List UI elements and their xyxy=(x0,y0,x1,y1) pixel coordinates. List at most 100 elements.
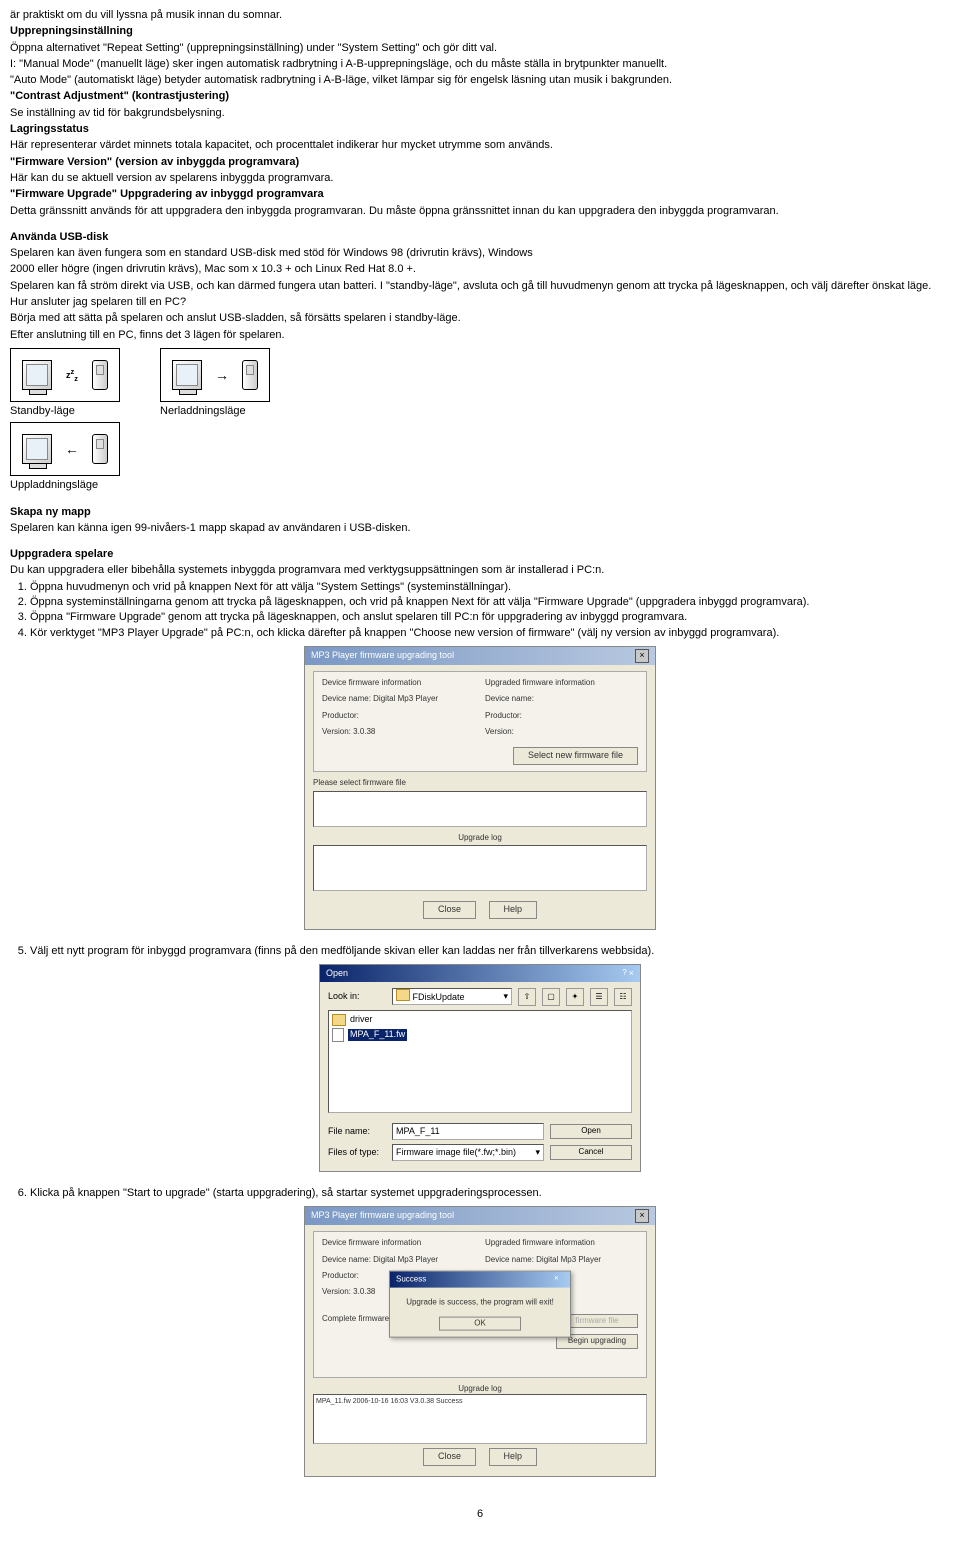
help-button[interactable]: Help xyxy=(489,1448,538,1466)
success-message: Upgrade is success, the program will exi… xyxy=(398,1298,562,1308)
text-line: "Auto Mode" (automatiskt läge) betyder a… xyxy=(10,73,950,87)
dev-name-label: Device name: xyxy=(322,694,371,703)
arrow-left-icon: ← xyxy=(65,440,79,458)
dialog-titlebar: MP3 Player firmware upgrading tool × xyxy=(305,1207,655,1225)
folder-icon xyxy=(332,1014,346,1026)
selected-file-name: MPA_F_11.fw xyxy=(348,1029,407,1041)
download-label: Nerladdningsläge xyxy=(160,404,246,418)
text-line: Efter anslutning till en PC, finns det 3… xyxy=(10,328,950,342)
arrow-right-icon: → xyxy=(215,366,229,384)
up-folder-icon[interactable]: ⇧ xyxy=(518,988,536,1006)
list-item[interactable]: driver xyxy=(332,1014,628,1026)
heading-usb-disk: Använda USB-disk xyxy=(10,230,950,244)
firmware-info-group: Device firmware information Device name:… xyxy=(313,671,647,772)
chevron-down-icon[interactable]: ▾ xyxy=(503,989,508,1004)
look-in-value: FDiskUpdate xyxy=(413,992,465,1002)
group-label: Upgraded firmware information xyxy=(485,1238,638,1248)
close-icon[interactable]: × xyxy=(635,1209,649,1223)
version-label: Version: xyxy=(322,1287,351,1296)
download-mode-block: → Nerladdningsläge xyxy=(160,348,270,418)
close-button[interactable]: Close xyxy=(423,1448,476,1466)
upgrade-log-box xyxy=(313,845,647,891)
desktop-icon[interactable]: ▢ xyxy=(542,988,560,1006)
player-icon xyxy=(92,360,108,390)
ok-button[interactable]: OK xyxy=(439,1316,521,1330)
please-select-label: Please select firmware file xyxy=(313,778,647,788)
text-line: I: "Manual Mode" (manuellt läge) sker in… xyxy=(10,57,950,71)
chevron-down-icon[interactable]: ▾ xyxy=(535,1145,540,1160)
text-line: Spelaren kan även fungera som en standar… xyxy=(10,246,950,260)
success-popup: Success × Upgrade is success, the progra… xyxy=(389,1271,571,1338)
dialog-titlebar: MP3 Player firmware upgrading tool × xyxy=(305,647,655,665)
firmware-tool-dialog-1: MP3 Player firmware upgrading tool × Dev… xyxy=(304,646,656,930)
computer-icon xyxy=(172,360,202,390)
upgrade-step-6: Klicka på knappen "Start to upgrade" (st… xyxy=(30,1186,950,1200)
text-line: Detta gränssnitt används för att uppgrad… xyxy=(10,204,950,218)
open-button[interactable]: Open xyxy=(550,1124,632,1138)
file-list[interactable]: driver MPA_F_11.fw xyxy=(328,1010,632,1113)
close-button[interactable]: Close xyxy=(423,901,476,919)
upload-mode-figure: ← xyxy=(10,422,120,476)
standby-label: Standby-läge xyxy=(10,404,75,418)
details-view-icon[interactable]: ☷ xyxy=(614,988,632,1006)
group-label: Device firmware information xyxy=(322,1238,475,1248)
computer-icon xyxy=(22,434,52,464)
dialog-titlebar: Open ? × xyxy=(320,965,640,982)
text-line: Här representerar värdet minnets totala … xyxy=(10,138,950,152)
file-name-input[interactable]: MPA_F_11 xyxy=(392,1123,544,1140)
upload-mode-block: ← Uppladdningsläge xyxy=(10,422,950,492)
file-open-dialog: Open ? × Look in: FDiskUpdate ▾ ⇧ ▢ ✦ ☰ … xyxy=(319,964,641,1172)
text-line: Se inställning av tid för bakgrundsbelys… xyxy=(10,106,950,120)
upgrade-step-3: Öppna "Firmware Upgrade" genom att tryck… xyxy=(30,610,950,624)
list-view-icon[interactable]: ☰ xyxy=(590,988,608,1006)
group-label: Device firmware information xyxy=(322,678,475,688)
file-type-dropdown[interactable]: Firmware image file(*.fw;*.bin) ▾ xyxy=(392,1144,544,1161)
upload-label: Uppladdningsläge xyxy=(10,478,98,492)
group-label: Upgraded firmware information xyxy=(485,678,638,688)
upgrade-log-label: Upgrade log xyxy=(313,1384,647,1394)
dev-name-label: Device name: xyxy=(485,694,638,704)
heading-storage-status: Lagringsstatus xyxy=(10,122,950,136)
dialog-title-text: MP3 Player firmware upgrading tool xyxy=(311,1210,454,1222)
dialog-title-text: Success xyxy=(396,1275,426,1285)
version-label: Version: xyxy=(485,727,638,737)
heading-new-folder: Skapa ny mapp xyxy=(10,505,950,519)
text-line: Spelaren kan känna igen 99-nivåers-1 map… xyxy=(10,521,950,535)
upgrade-step-1: Öppna huvudmenyn och vrid på knappen Nex… xyxy=(30,580,950,594)
download-mode-figure: → xyxy=(160,348,270,402)
upgrade-steps-list: Öppna huvudmenyn och vrid på knappen Nex… xyxy=(10,580,950,640)
standby-mode-block: zzz Standby-läge xyxy=(10,348,120,418)
help-button[interactable]: Help xyxy=(489,901,538,919)
help-icon[interactable]: ? xyxy=(622,968,626,980)
text-line: Öppna alternativet "Repeat Setting" (upp… xyxy=(10,41,950,55)
new-folder-icon[interactable]: ✦ xyxy=(566,988,584,1006)
upgrade-log-label: Upgrade log xyxy=(313,833,647,843)
close-icon[interactable]: × xyxy=(635,649,649,663)
firmware-info-group: Device firmware information Device name:… xyxy=(313,1231,647,1377)
heading-firmware-upgrade: "Firmware Upgrade" Uppgradering av inbyg… xyxy=(10,187,950,201)
upgrade-step-2: Öppna systeminställningarna genom att tr… xyxy=(30,595,950,609)
log-line: MPA_11.fw 2006-10-16 16:03 V3.0.38 Succe… xyxy=(316,1398,462,1405)
upgrade-log-box: MPA_11.fw 2006-10-16 16:03 V3.0.38 Succe… xyxy=(313,1394,647,1444)
sleep-icon: zzz xyxy=(66,367,78,384)
upgrade-step-4: Kör verktyget "MP3 Player Upgrade" på PC… xyxy=(30,626,950,640)
close-icon[interactable]: × xyxy=(629,968,634,980)
cancel-button[interactable]: Cancel xyxy=(550,1145,632,1159)
list-item[interactable]: MPA_F_11.fw xyxy=(332,1028,628,1042)
upgrade-steps-list-cont2: Klicka på knappen "Start to upgrade" (st… xyxy=(10,1186,950,1200)
text-line: Spelaren kan få ström direkt via USB, oc… xyxy=(10,279,950,293)
computer-icon xyxy=(22,360,52,390)
version-value: 3.0.38 xyxy=(353,727,375,736)
firmware-tool-dialog-2: MP3 Player firmware upgrading tool × Dev… xyxy=(304,1206,656,1476)
look-in-dropdown[interactable]: FDiskUpdate ▾ xyxy=(392,988,512,1005)
player-icon xyxy=(242,360,258,390)
dev-name-label: Device name: xyxy=(322,1255,371,1264)
version-label: Version: xyxy=(322,727,351,736)
dev-name-label: Device name: xyxy=(485,1255,534,1264)
version-value: 3.0.38 xyxy=(353,1287,375,1296)
close-icon[interactable]: × xyxy=(554,1275,564,1285)
look-in-label: Look in: xyxy=(328,991,386,1003)
standby-mode-figure: zzz xyxy=(10,348,120,402)
dev-name-value: Digital Mp3 Player xyxy=(373,1255,438,1264)
select-firmware-button[interactable]: Select new firmware file xyxy=(513,747,638,765)
